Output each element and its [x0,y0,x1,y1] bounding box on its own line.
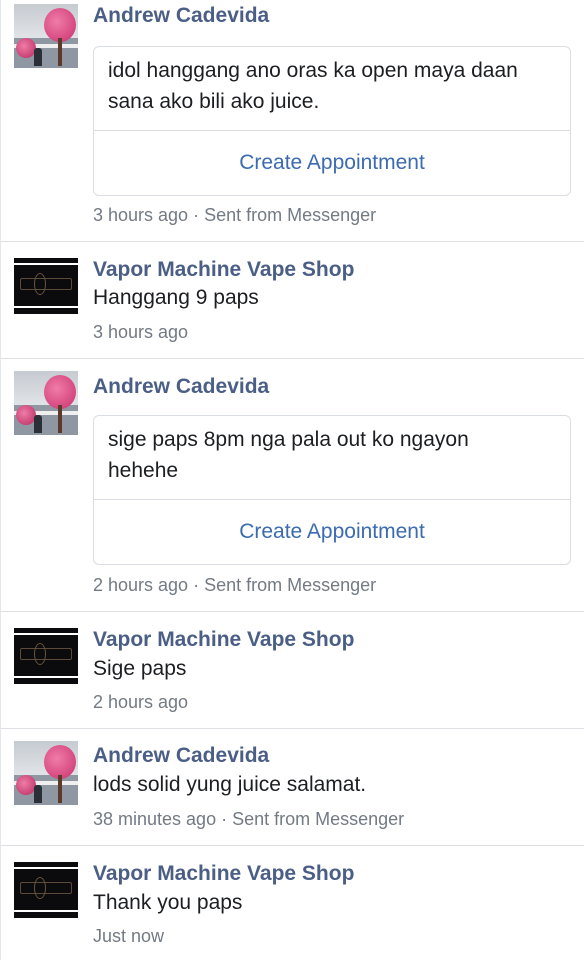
message-meta: 3 hours ago [93,322,189,342]
message-item: Andrew Cadevida idol hanggang ano oras k… [1,0,584,242]
message-text: Sige paps [93,657,187,680]
message-item: Andrew Cadevida sige paps 8pm nga pala o… [1,359,584,612]
message-meta: 2 hours ago [93,692,189,712]
message-text: Hanggang 9 paps [93,286,259,309]
message-item: Vapor Machine Vape Shop Sige paps 2 hour… [1,612,584,729]
message-item: Vapor Machine Vape Shop Hanggang 9 paps … [1,242,584,359]
message-card: idol hanggang ano oras ka open maya daan… [93,46,571,196]
avatar[interactable] [14,624,78,688]
message-text-line: sige paps 8pm nga pala out ko ngayon [108,428,469,451]
avatar[interactable] [14,858,78,922]
sender-name[interactable]: Andrew Cadevida [93,3,269,29]
sender-name[interactable]: Andrew Cadevida [93,374,269,400]
message-meta: 38 minutes ago · Sent from Messenger [93,809,405,829]
message-text-line: hehehe [108,459,179,482]
create-appointment-button[interactable]: Create Appointment [94,130,570,195]
message-thread: Andrew Cadevida idol hanggang ano oras k… [0,0,584,960]
message-card: sige paps 8pm nga pala out ko ngayon heh… [93,415,571,565]
message-meta: Just now [93,926,165,946]
message-item: Andrew Cadevida lods solid yung juice sa… [1,729,584,846]
message-text: Thank you paps [93,891,243,914]
avatar[interactable] [14,741,78,805]
sender-name[interactable]: Vapor Machine Vape Shop [93,861,354,887]
sender-name[interactable]: Vapor Machine Vape Shop [93,627,354,653]
sender-name[interactable]: Vapor Machine Vape Shop [93,257,354,283]
message-text-line: sana ako bili ako juice. [108,90,320,113]
avatar[interactable] [14,4,78,68]
avatar[interactable] [14,254,78,318]
sender-name[interactable]: Andrew Cadevida [93,743,269,769]
message-meta: 2 hours ago · Sent from Messenger [93,575,377,595]
message-item: Vapor Machine Vape Shop Thank you paps J… [1,846,584,960]
message-meta: 3 hours ago · Sent from Messenger [93,205,377,225]
message-text-line: idol hanggang ano oras ka open maya daan [108,59,518,82]
message-text: lods solid yung juice salamat. [93,773,367,796]
create-appointment-button[interactable]: Create Appointment [94,499,570,564]
avatar[interactable] [14,371,78,435]
